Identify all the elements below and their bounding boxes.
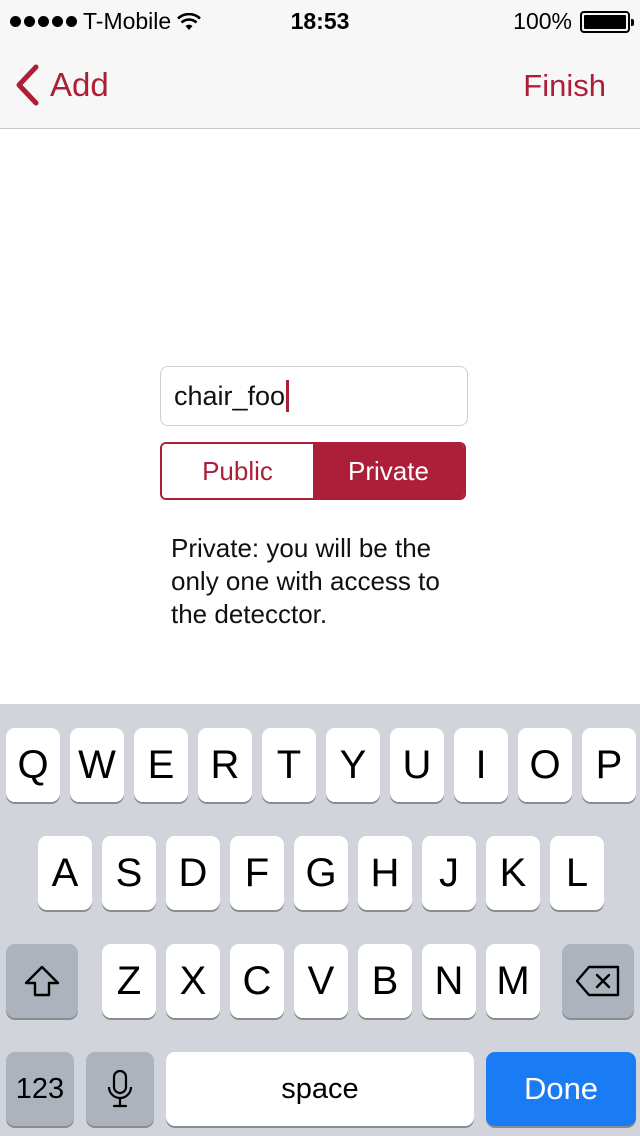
key-w[interactable]: W: [70, 728, 124, 802]
key-e[interactable]: E: [134, 728, 188, 802]
screen: T-Mobile 18:53 100% Add Finish chair_foo…: [0, 0, 640, 1136]
segment-public[interactable]: Public: [162, 444, 313, 498]
key-q[interactable]: Q: [6, 728, 60, 802]
back-button[interactable]: Add: [14, 64, 109, 106]
shift-key[interactable]: [6, 944, 78, 1018]
keyboard: Q W E R T Y U I O P A S D F G H J K L Z …: [0, 704, 640, 1136]
key-l[interactable]: L: [550, 836, 604, 910]
key-i[interactable]: I: [454, 728, 508, 802]
text-cursor: [286, 380, 290, 412]
key-r[interactable]: R: [198, 728, 252, 802]
space-key[interactable]: space: [166, 1052, 474, 1126]
key-b[interactable]: B: [358, 944, 412, 1018]
status-right: 100%: [513, 8, 634, 35]
battery-icon: [580, 10, 634, 33]
visibility-segmented-control: Public Private: [160, 442, 466, 500]
key-d[interactable]: D: [166, 836, 220, 910]
key-v[interactable]: V: [294, 944, 348, 1018]
visibility-description: Private: you will be the only one with a…: [171, 533, 440, 629]
key-c[interactable]: C: [230, 944, 284, 1018]
key-z[interactable]: Z: [102, 944, 156, 1018]
battery-level-fill: [584, 14, 626, 29]
key-o[interactable]: O: [518, 728, 572, 802]
battery-percent: 100%: [513, 8, 572, 34]
detector-name-field[interactable]: chair_foo: [160, 366, 468, 426]
key-m[interactable]: M: [486, 944, 540, 1018]
key-n[interactable]: N: [422, 944, 476, 1018]
segment-private[interactable]: Private: [313, 444, 464, 498]
key-g[interactable]: G: [294, 836, 348, 910]
done-key[interactable]: Done: [486, 1052, 636, 1126]
backspace-key[interactable]: [562, 944, 634, 1018]
key-u[interactable]: U: [390, 728, 444, 802]
dictation-key[interactable]: [86, 1052, 154, 1126]
detector-name-value: chair_foo: [174, 380, 286, 411]
backspace-icon: [575, 965, 620, 997]
status-bar: T-Mobile 18:53 100%: [0, 0, 640, 40]
key-k[interactable]: K: [486, 836, 540, 910]
navigation-bar: Add Finish: [0, 40, 640, 129]
key-x[interactable]: X: [166, 944, 220, 1018]
key-s[interactable]: S: [102, 836, 156, 910]
shift-arrow-icon: [24, 965, 60, 997]
numbers-key[interactable]: 123: [6, 1052, 74, 1126]
key-j[interactable]: J: [422, 836, 476, 910]
key-h[interactable]: H: [358, 836, 412, 910]
key-f[interactable]: F: [230, 836, 284, 910]
key-t[interactable]: T: [262, 728, 316, 802]
key-p[interactable]: P: [582, 728, 636, 802]
microphone-icon: [107, 1069, 133, 1108]
key-y[interactable]: Y: [326, 728, 380, 802]
finish-button[interactable]: Finish: [523, 68, 606, 104]
chevron-left-icon: [16, 64, 39, 106]
key-a[interactable]: A: [38, 836, 92, 910]
back-button-label: Add: [50, 66, 109, 103]
